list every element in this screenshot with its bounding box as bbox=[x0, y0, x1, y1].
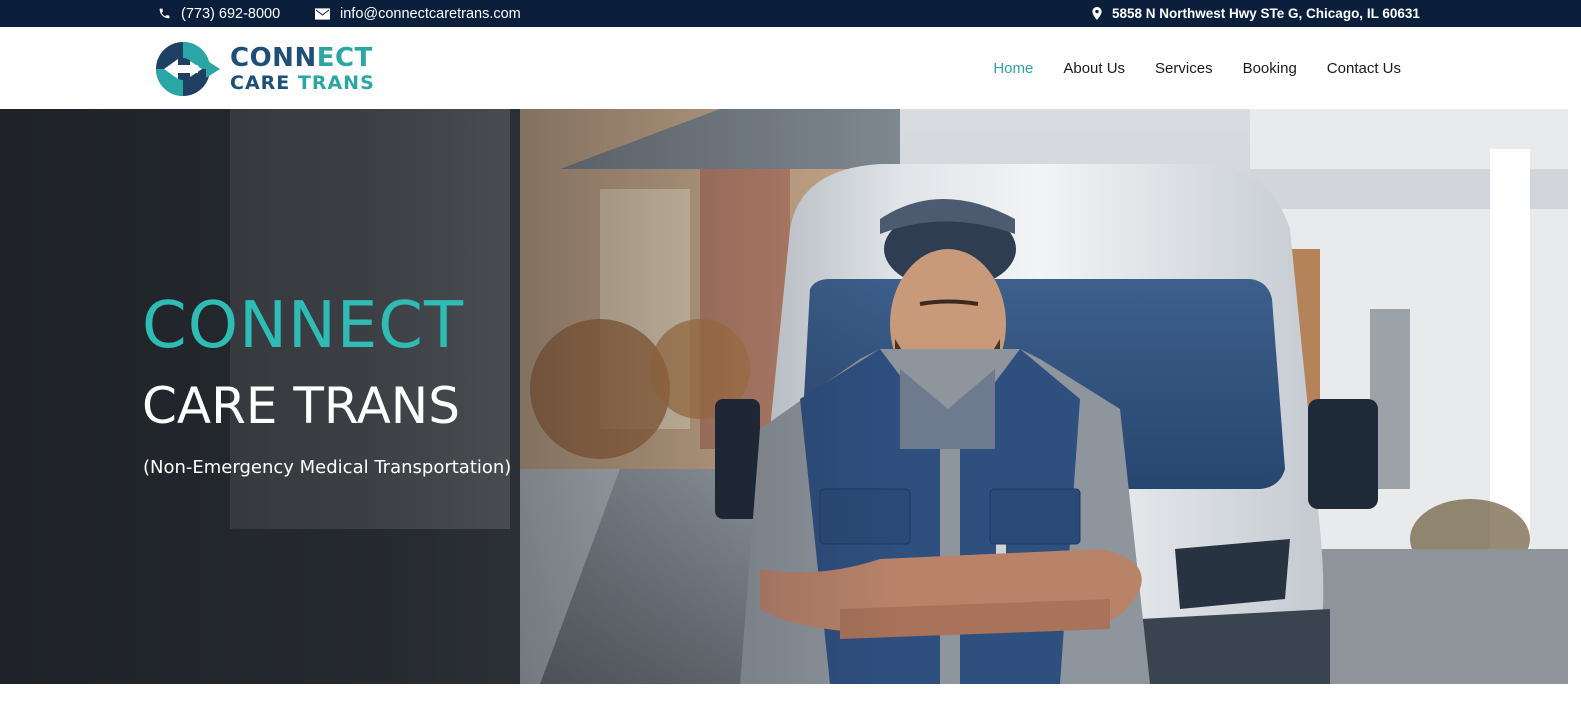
logo-line-1-accent: ECT bbox=[316, 43, 373, 73]
top-info-bar: (773) 692-8000 info@connectcaretrans.com… bbox=[0, 0, 1581, 27]
phone-contact[interactable]: (773) 692-8000 bbox=[158, 0, 280, 27]
hero-subtitle: (Non-Emergency Medical Transportation) bbox=[143, 457, 512, 478]
envelope-icon bbox=[315, 7, 330, 20]
hero-title-line-1: CONNECT bbox=[142, 289, 465, 363]
main-nav: Home About Us Services Booking Contact U… bbox=[993, 27, 1401, 109]
nav-item-booking[interactable]: Booking bbox=[1243, 60, 1297, 77]
site-header: CONNECT CARE TRANS Home About Us Service… bbox=[0, 27, 1581, 109]
address-text: 5858 N Northwest Hwy STe G, Chicago, IL … bbox=[1112, 6, 1420, 21]
phone-number[interactable]: (773) 692-8000 bbox=[181, 6, 280, 22]
page-edge-gap bbox=[1568, 109, 1581, 684]
hero-banner: CONNECT CARE TRANS (Non-Emergency Medica… bbox=[0, 109, 1568, 684]
hero-title-line-2: CARE TRANS bbox=[142, 377, 460, 435]
logo-line-1-main: CONN bbox=[230, 43, 317, 73]
logo-mark-icon bbox=[156, 42, 220, 96]
logo-line-2: CARE TRANS bbox=[230, 74, 375, 93]
logo-wordmark: CONNECT CARE TRANS bbox=[230, 45, 375, 93]
email-contact[interactable]: info@connectcaretrans.com bbox=[315, 0, 521, 27]
phone-icon bbox=[158, 7, 171, 20]
nav-item-about-us[interactable]: About Us bbox=[1063, 60, 1125, 77]
logo-line-2-main: CARE bbox=[230, 72, 298, 94]
nav-item-contact-us[interactable]: Contact Us bbox=[1327, 60, 1401, 77]
site-logo[interactable]: CONNECT CARE TRANS bbox=[154, 40, 375, 98]
map-pin-icon bbox=[1092, 7, 1102, 20]
logo-line-2-accent: TRANS bbox=[297, 72, 375, 94]
address-contact: 5858 N Northwest Hwy STe G, Chicago, IL … bbox=[1092, 0, 1420, 27]
nav-item-home[interactable]: Home bbox=[993, 60, 1033, 77]
logo-line-1: CONNECT bbox=[230, 45, 375, 71]
email-address[interactable]: info@connectcaretrans.com bbox=[340, 6, 521, 22]
nav-item-services[interactable]: Services bbox=[1155, 60, 1213, 77]
